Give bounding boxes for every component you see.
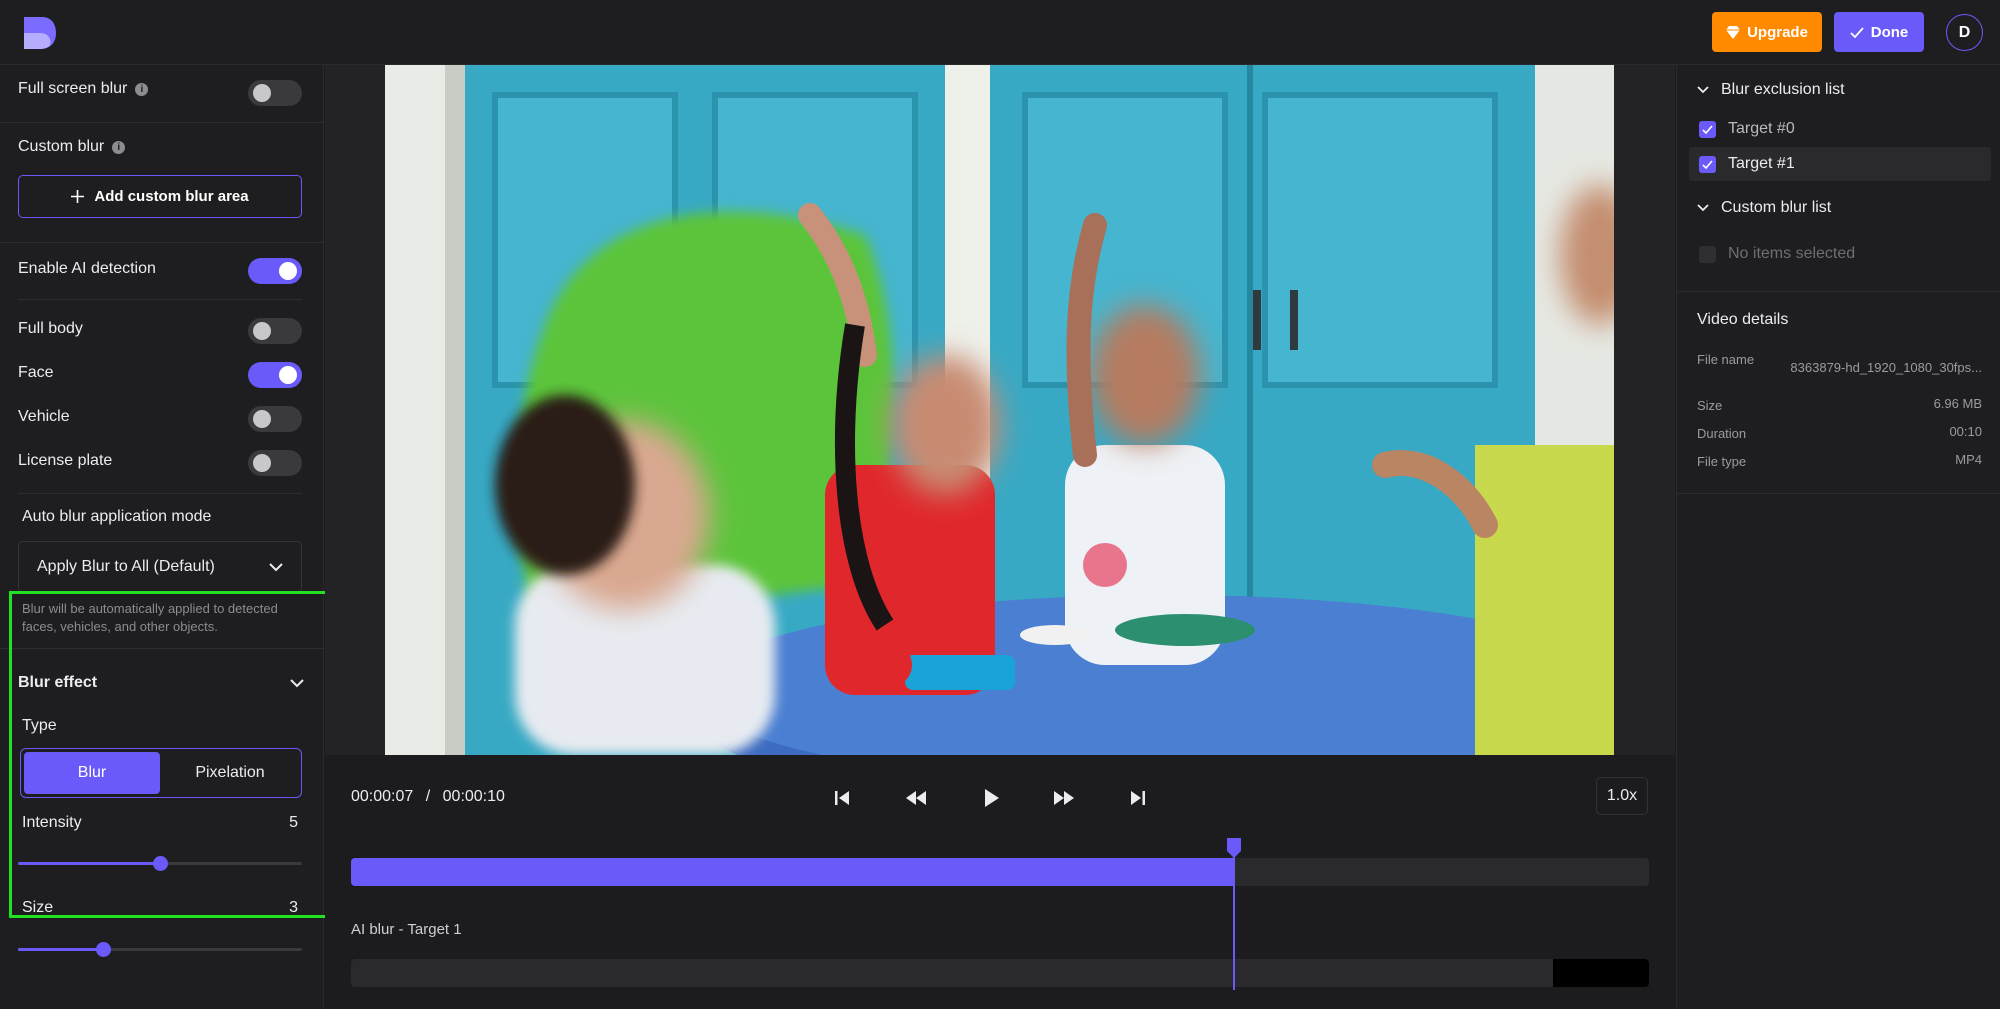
full-body-toggle[interactable] [248, 318, 302, 344]
exclusion-item-target-1[interactable]: Target #1 [1689, 147, 1991, 181]
info-icon[interactable]: i [135, 82, 149, 96]
play-icon [985, 789, 999, 807]
rewind-button[interactable] [901, 783, 931, 813]
skip-start-button[interactable] [827, 783, 857, 813]
divider [0, 122, 324, 123]
duration-value: 00:10 [1949, 424, 1982, 439]
playback-speed-button[interactable]: 1.0x [1596, 777, 1648, 815]
playhead[interactable] [1226, 838, 1241, 990]
video-area [325, 65, 1675, 755]
check-icon [1850, 26, 1864, 38]
layer-label: AI blur - Target 1 [351, 921, 462, 938]
license-plate-label: License plate [18, 452, 113, 469]
play-button[interactable] [976, 783, 1006, 813]
skip-end-icon [1131, 791, 1145, 805]
skip-start-icon [835, 791, 849, 805]
exclusion-item-target-0[interactable]: Target #0 [1689, 112, 1991, 146]
logo-icon[interactable] [22, 15, 58, 51]
custom-list-empty-label: No items selected [1728, 245, 1856, 262]
top-bar: Upgrade Done D [0, 0, 2000, 65]
blur-effect-highlight [9, 591, 361, 918]
checkbox [1699, 245, 1716, 263]
auto-mode-value: Apply Blur to All (Default) [37, 558, 215, 575]
time-readout: 00:00:07 / 00:00:10 [351, 788, 505, 806]
blur-exclusion-title: Blur exclusion list [1721, 81, 1845, 98]
check-icon [1702, 124, 1713, 134]
add-custom-blur-button[interactable]: Add custom blur area [18, 175, 302, 218]
custom-blur-row: Custom blur i [18, 138, 126, 156]
divider [18, 493, 302, 494]
current-time: 00:00:07 [351, 788, 414, 805]
total-time: 00:00:10 [442, 788, 505, 805]
custom-blur-list-title: Custom blur list [1721, 199, 1832, 216]
custom-blur-label: Custom blur [18, 138, 105, 155]
add-custom-blur-label: Add custom blur area [94, 188, 249, 205]
timeline-track[interactable] [351, 858, 1649, 886]
timeline-progress [351, 858, 1234, 886]
file-name-label: File name [1697, 352, 1755, 367]
enable-ai-toggle[interactable] [248, 258, 302, 284]
enable-ai-label: Enable AI detection [18, 260, 156, 277]
divider [1677, 291, 2000, 292]
file-type-value: MP4 [1955, 452, 1982, 467]
full-screen-blur-row: Full screen blur i [18, 80, 149, 98]
full-screen-blur-toggle[interactable] [248, 80, 302, 106]
playhead-handle-icon[interactable] [1225, 838, 1243, 858]
done-label: Done [1870, 23, 1909, 41]
file-type-label: File type [1697, 454, 1747, 469]
video-details-title: Video details [1697, 311, 1789, 328]
player-controls: 00:00:07 / 00:00:10 1.0x AI blur - Targe… [325, 755, 1675, 1009]
skip-end-button[interactable] [1123, 783, 1153, 813]
divider [18, 299, 302, 300]
exclusion-item-label: Target #0 [1728, 120, 1795, 137]
chevron-down-icon [269, 562, 283, 571]
auto-mode-select[interactable]: Apply Blur to All (Default) [18, 541, 302, 593]
done-button[interactable]: Done [1834, 12, 1924, 52]
rewind-icon [906, 791, 926, 805]
vehicle-label: Vehicle [18, 408, 70, 425]
ai-blur-layer-track[interactable] [351, 959, 1649, 987]
time-separator: / [425, 788, 431, 805]
info-icon[interactable]: i [112, 140, 126, 154]
face-label: Face [18, 364, 54, 381]
plus-icon [71, 190, 85, 203]
upgrade-label: Upgrade [1747, 23, 1808, 41]
fast-forward-button[interactable] [1049, 783, 1079, 813]
blur-exclusion-header[interactable]: Blur exclusion list [1697, 81, 1845, 99]
checkbox[interactable] [1699, 155, 1716, 173]
divider [0, 242, 324, 243]
size-detail-label: Size [1697, 398, 1723, 413]
exclusion-item-label: Target #1 [1728, 155, 1795, 172]
license-plate-toggle[interactable] [248, 450, 302, 476]
ai-blur-layer-end [1553, 959, 1649, 987]
chevron-down-icon [1697, 86, 1709, 94]
size-slider-fill [18, 948, 104, 951]
upgrade-button[interactable]: Upgrade [1712, 12, 1822, 52]
custom-blur-list-header[interactable]: Custom blur list [1697, 199, 1831, 217]
full-screen-blur-label: Full screen blur [18, 80, 128, 97]
duration-label: Duration [1697, 426, 1747, 441]
check-icon [1702, 159, 1713, 169]
checkbox[interactable] [1699, 120, 1716, 138]
size-detail-value: 6.96 MB [1933, 396, 1982, 411]
size-slider[interactable] [18, 942, 302, 957]
custom-list-empty-row: No items selected [1689, 237, 1991, 271]
fast-forward-icon [1054, 791, 1074, 805]
size-slider-thumb[interactable] [96, 942, 112, 957]
gem-icon [1726, 25, 1741, 39]
auto-mode-label: Auto blur application mode [22, 508, 212, 525]
right-panel: Blur exclusion list Target #0 Target #1 … [1676, 65, 2000, 1009]
vehicle-toggle[interactable] [248, 406, 302, 432]
file-name-value: 8363879-hd_1920_1080_30fps... [1790, 360, 1982, 375]
avatar[interactable]: D [1946, 14, 1983, 51]
video-frame[interactable] [385, 65, 1614, 755]
face-toggle[interactable] [248, 362, 302, 388]
full-body-label: Full body [18, 320, 83, 337]
divider [1677, 493, 2000, 494]
chevron-down-icon [1697, 204, 1709, 212]
